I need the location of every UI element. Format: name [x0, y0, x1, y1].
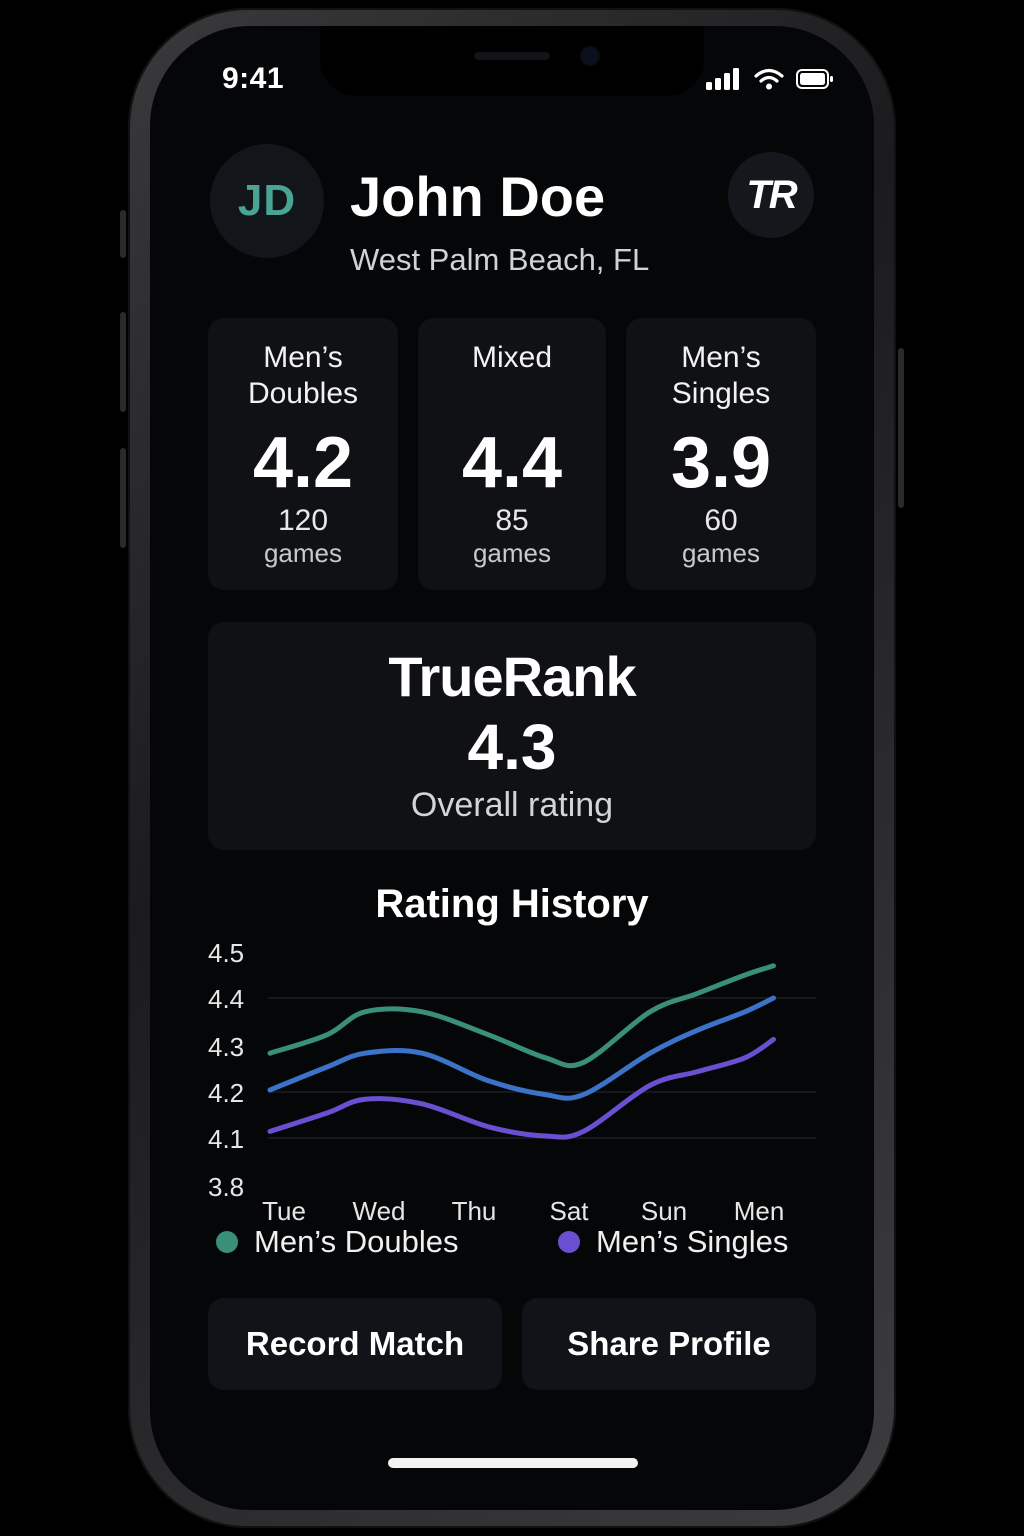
cellular-signal-icon [706, 68, 739, 90]
rating-card-games-count: 60 [704, 504, 738, 537]
notch [320, 26, 704, 96]
rating-card-games-unit: games [681, 538, 761, 568]
x-tick-label: Men [734, 1196, 785, 1226]
rating-card-mens-singles[interactable]: Men’s Singles 3.9 60 games [626, 318, 816, 590]
y-tick-label: 4.3 [208, 1032, 244, 1062]
rating-card-value: 4.4 [461, 423, 563, 503]
volume-down-button [120, 448, 126, 548]
legend-label: Men’s Doubles [254, 1224, 459, 1259]
share-profile-button[interactable]: Share Profile [522, 1298, 816, 1390]
truerank-card[interactable]: TrueRank 4.3 Overall rating [208, 622, 816, 850]
y-tick-label: 4.5 [208, 938, 244, 968]
rating-card-title: Mixed [471, 341, 553, 374]
home-indicator[interactable] [388, 1458, 638, 1468]
ringer-switch [120, 210, 126, 258]
legend-label: Men’s Singles [596, 1224, 789, 1259]
front-camera [582, 48, 598, 64]
truerank-title: TrueRank [388, 645, 636, 708]
legend-item-mens-doubles: Men’s Doubles [216, 1224, 458, 1260]
volume-up-button [120, 312, 126, 412]
rating-card-mens-doubles[interactable]: Men’s Doubles 4.2 120 games [208, 318, 398, 590]
x-tick-label: Wed [353, 1196, 406, 1226]
x-tick-label: Sat [549, 1196, 589, 1226]
x-tick-label: Thu [452, 1196, 497, 1226]
avatar[interactable]: JD [210, 144, 324, 258]
rating-card-games-unit: games [263, 538, 343, 568]
legend-item-mens-singles: Men’s Singles [558, 1224, 788, 1260]
rating-card-games-count: 85 [495, 504, 529, 537]
rating-card-title: Men’s Doubles [247, 341, 359, 410]
wifi-icon [754, 68, 784, 90]
status-icons [706, 68, 834, 90]
rating-card-value: 4.2 [252, 423, 354, 503]
battery-icon [796, 69, 833, 89]
y-tick-label: 4.4 [208, 984, 244, 1014]
truerank-value: 4.3 [467, 711, 557, 783]
profile-name: John Doe [350, 165, 606, 228]
truerank-subtitle: Overall rating [410, 786, 614, 824]
legend-dot [558, 1231, 580, 1253]
rating-card-mixed[interactable]: Mixed 4.4 85 games [418, 318, 606, 590]
phone-screen: 9:41 JD John Doe West Palm Beach, FL TR … [150, 26, 874, 1510]
earpiece-speaker [474, 52, 550, 60]
rating-card-value: 3.9 [670, 423, 772, 503]
y-tick-label: 3.8 [208, 1172, 244, 1202]
y-tick-label: 4.2 [208, 1078, 244, 1108]
rating-card-games-unit: games [472, 538, 552, 568]
y-tick-label: 4.1 [208, 1124, 244, 1154]
rating-card-title: Men’s Singles [671, 341, 771, 410]
truerank-logo-badge[interactable]: TR [728, 152, 814, 238]
status-time: 9:41 [222, 62, 285, 95]
rating-card-games-count: 120 [277, 504, 329, 537]
rating-history-chart: 4.5 4.4 4.3 4.2 4.1 3.8 Tue Wed Thu Sat Sun Men [208, 938, 816, 1226]
x-tick-label: Sun [641, 1196, 687, 1226]
profile-location: West Palm Beach, FL [350, 242, 650, 277]
legend-dot [216, 1231, 238, 1253]
x-tick-label: Tue [262, 1196, 306, 1226]
series-line-1 [267, 963, 776, 1069]
record-match-button[interactable]: Record Match [208, 1298, 502, 1390]
power-button [898, 348, 904, 508]
